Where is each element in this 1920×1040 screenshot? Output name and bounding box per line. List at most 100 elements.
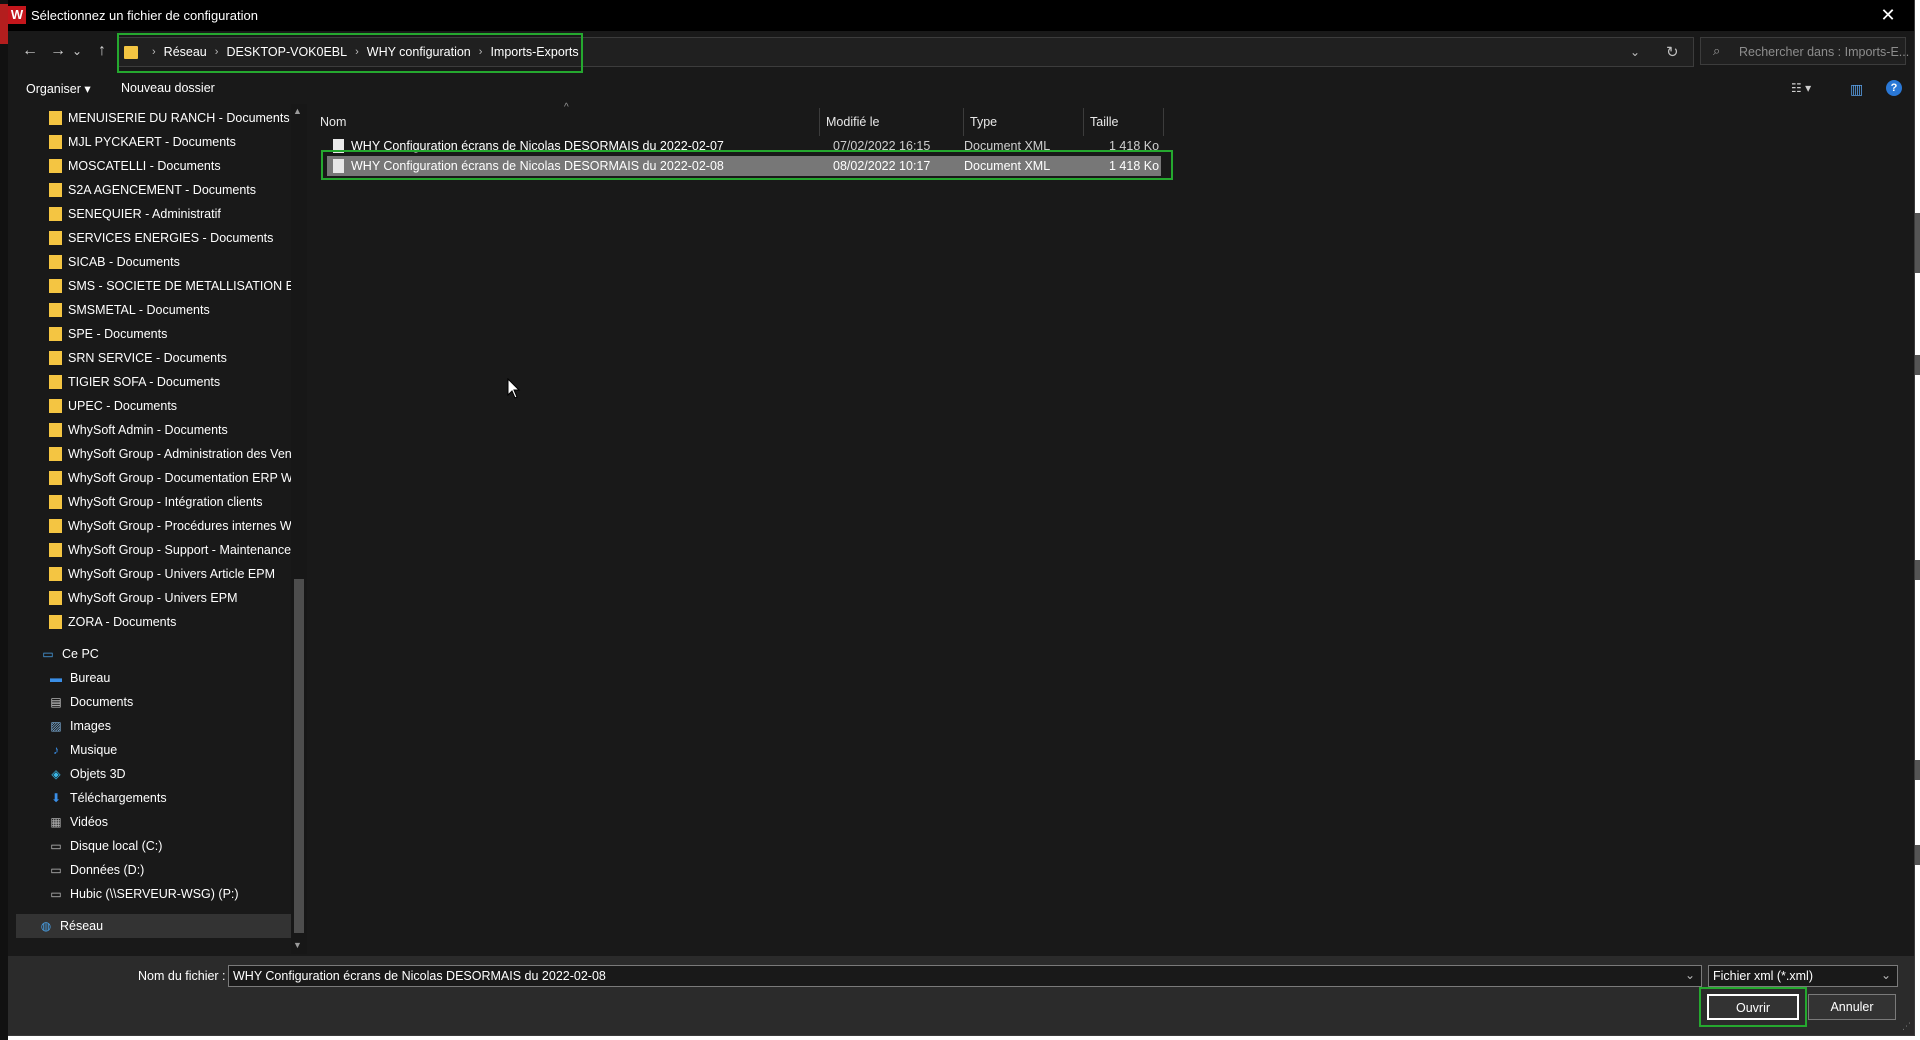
sidebar-pc-item[interactable]: ⬇ Téléchargements — [48, 786, 328, 810]
sidebar-folder-item[interactable]: MENUISERIE DU RANCH - Documents — [49, 106, 297, 130]
sidebar-folder-item[interactable]: WhySoft Group - Support - Maintenance — [49, 538, 297, 562]
view-options-icon[interactable]: ☷ ▾ — [1791, 81, 1811, 95]
sidebar-item-label: Téléchargements — [70, 791, 167, 805]
up-button[interactable]: ↑ — [90, 39, 114, 63]
filename-value: WHY Configuration écrans de Nicolas DESO… — [233, 969, 606, 983]
folder-icon — [49, 327, 62, 341]
sidebar-folder-item[interactable]: WhySoft Group - Documentation ERP WHY — [49, 466, 297, 490]
sidebar-pc-item[interactable]: ▦ Vidéos — [48, 810, 328, 834]
selected-row-highlight-box — [321, 150, 1173, 180]
sidebar-item-label: WhySoft Group - Intégration clients — [68, 495, 263, 509]
navigation-bar: ← → ⌄ ↑ › Réseau › DESKTOP-VOK0EBL › WHY… — [8, 31, 1914, 73]
sidebar-item-network[interactable]: ◍ Réseau — [16, 914, 292, 938]
sidebar-folder-item[interactable]: WhySoft Admin - Documents — [49, 418, 297, 442]
sidebar-folder-item[interactable]: SMSMETAL - Documents — [49, 298, 297, 322]
network-icon: ◍ — [40, 919, 52, 933]
sidebar-folder-item[interactable]: MOSCATELLI - Documents — [49, 154, 297, 178]
chevron-down-icon[interactable]: ⌄ — [1685, 968, 1695, 982]
location-icon: ◈ — [51, 767, 61, 781]
file-open-dialog: W Sélectionnez un fichier de configurati… — [8, 0, 1915, 1036]
sidebar-pc-item[interactable]: ▭ Disque local (C:) — [48, 834, 328, 858]
preview-pane-icon[interactable]: ▥ — [1850, 81, 1863, 98]
sidebar-folder-item[interactable]: SENEQUIER - Administratif — [49, 202, 297, 226]
filename-input[interactable]: WHY Configuration écrans de Nicolas DESO… — [228, 965, 1702, 987]
sidebar-pc-item[interactable]: ▭ Données (D:) — [48, 858, 328, 882]
sidebar-item-label: MOSCATELLI - Documents — [68, 159, 221, 173]
sidebar-pc-item[interactable]: ♪ Musique — [48, 738, 328, 762]
close-button[interactable]: ✕ — [1876, 3, 1900, 27]
sidebar-item-label: TIGIER SOFA - Documents — [68, 375, 221, 389]
sidebar-pc-item[interactable]: ▭ Hubic (\\SERVEUR-WSG) (P:) — [48, 882, 328, 906]
sidebar-item-label: ZORA - Documents — [68, 615, 177, 629]
background-window-edge — [1915, 845, 1920, 865]
folder-icon — [49, 231, 62, 245]
sidebar-item-label: S2A AGENCEMENT - Documents — [68, 183, 257, 197]
sidebar-folder-item[interactable]: SMS - SOCIETE DE METALLISATION ET DE S — [49, 274, 297, 298]
navigation-pane: MENUISERIE DU RANCH - Documents MJL PYCKA… — [16, 106, 306, 956]
help-icon[interactable]: ? — [1886, 80, 1902, 96]
sidebar-item-label: WhySoft Group - Univers EPM — [68, 591, 238, 605]
cancel-button[interactable]: Annuler — [1808, 994, 1896, 1020]
sidebar-folder-item[interactable]: MJL PYCKAERT - Documents — [49, 130, 297, 154]
open-button-highlight-box — [1699, 987, 1807, 1027]
resize-grip-icon[interactable]: ⋰ — [1902, 1021, 1911, 1032]
sidebar-folder-item[interactable]: WhySoft Group - Univers Article EPM — [49, 562, 297, 586]
scroll-down-arrow-icon[interactable]: ▼ — [293, 940, 302, 950]
chevron-down-icon[interactable]: ⌄ — [1881, 968, 1891, 982]
folder-icon — [49, 183, 62, 197]
sidebar-item-label: SICAB - Documents — [68, 255, 180, 269]
address-history-chevron-icon[interactable]: ⌄ — [1630, 45, 1640, 59]
sidebar-pc-item[interactable]: ▬ Bureau — [48, 666, 328, 690]
organize-menu-button[interactable]: Organiser ▾ — [26, 81, 91, 96]
recent-locations-button[interactable]: ⌄ — [70, 39, 84, 63]
folder-icon — [49, 207, 62, 221]
sidebar-folder-item[interactable]: WhySoft Group - Procédures internes WSG — [49, 514, 297, 538]
folder-icon — [49, 351, 62, 365]
navigation-pane-scrollbar[interactable]: ▲ ▼ — [291, 104, 307, 954]
sidebar-folder-item[interactable]: WhySoft Group - Univers EPM — [49, 586, 297, 610]
sidebar-folder-item[interactable]: SERVICES ENERGIES - Documents — [49, 226, 297, 250]
sidebar-item-label: SMSMETAL - Documents — [68, 303, 210, 317]
scroll-up-arrow-icon[interactable]: ▲ — [293, 106, 302, 116]
column-header-name[interactable]: Nom — [314, 108, 820, 136]
sidebar-folder-item[interactable]: SRN SERVICE - Documents — [49, 346, 297, 370]
sidebar-folder-item[interactable]: UPEC - Documents — [49, 394, 297, 418]
sidebar-item-label: MJL PYCKAERT - Documents — [68, 135, 236, 149]
back-button[interactable]: ← — [18, 39, 42, 63]
scroll-thumb[interactable] — [294, 579, 304, 933]
background-window-edge — [1915, 213, 1920, 273]
sidebar-folder-item[interactable]: TIGIER SOFA - Documents — [49, 370, 297, 394]
background-app-mark — [0, 4, 8, 44]
sidebar-item-this-pc[interactable]: ▭ Ce PC — [40, 642, 320, 666]
computer-icon: ▭ — [42, 647, 54, 661]
sidebar-item-label: SMS - SOCIETE DE METALLISATION ET DE S — [68, 279, 297, 293]
column-header-type[interactable]: Type — [964, 108, 1084, 136]
sidebar-item-label: SRN SERVICE - Documents — [68, 351, 227, 365]
sidebar-folder-item[interactable]: S2A AGENCEMENT - Documents — [49, 178, 297, 202]
search-box[interactable]: ⌕ Rechercher dans : Imports-E... — [1700, 37, 1909, 65]
breadcrumb-highlight-box — [117, 33, 583, 73]
location-icon: ▬ — [50, 671, 62, 685]
sidebar-folder-item[interactable]: SICAB - Documents — [49, 250, 297, 274]
refresh-icon[interactable]: ↻ — [1666, 43, 1679, 61]
folder-icon — [49, 375, 62, 389]
new-folder-button[interactable]: Nouveau dossier — [121, 81, 215, 95]
sidebar-item-label: WhySoft Group - Univers Article EPM — [68, 567, 276, 581]
column-header-size[interactable]: Taille — [1084, 108, 1164, 136]
sidebar-item-label: SERVICES ENERGIES - Documents — [68, 231, 274, 245]
file-type-filter-select[interactable]: Fichier xml (*.xml) ⌄ — [1708, 965, 1898, 987]
sidebar-pc-item[interactable]: ◈ Objets 3D — [48, 762, 328, 786]
location-icon: ▭ — [50, 839, 62, 853]
sidebar-pc-item[interactable]: ▤ Documents — [48, 690, 328, 714]
folder-icon — [49, 279, 62, 293]
sidebar-folder-item[interactable]: WhySoft Group - Administration des Vente — [49, 442, 297, 466]
sidebar-folder-item[interactable]: WhySoft Group - Intégration clients — [49, 490, 297, 514]
sidebar-pc-item[interactable]: ▨ Images — [48, 714, 328, 738]
sidebar-folder-item[interactable]: ZORA - Documents — [49, 610, 297, 634]
folder-icon — [49, 471, 62, 485]
forward-button[interactable]: → — [46, 39, 70, 63]
column-header-modified[interactable]: Modifié le — [820, 108, 964, 136]
sidebar-folder-item[interactable]: SPE - Documents — [49, 322, 297, 346]
location-icon: ♪ — [53, 743, 59, 757]
sidebar-item-label: Images — [70, 719, 111, 733]
